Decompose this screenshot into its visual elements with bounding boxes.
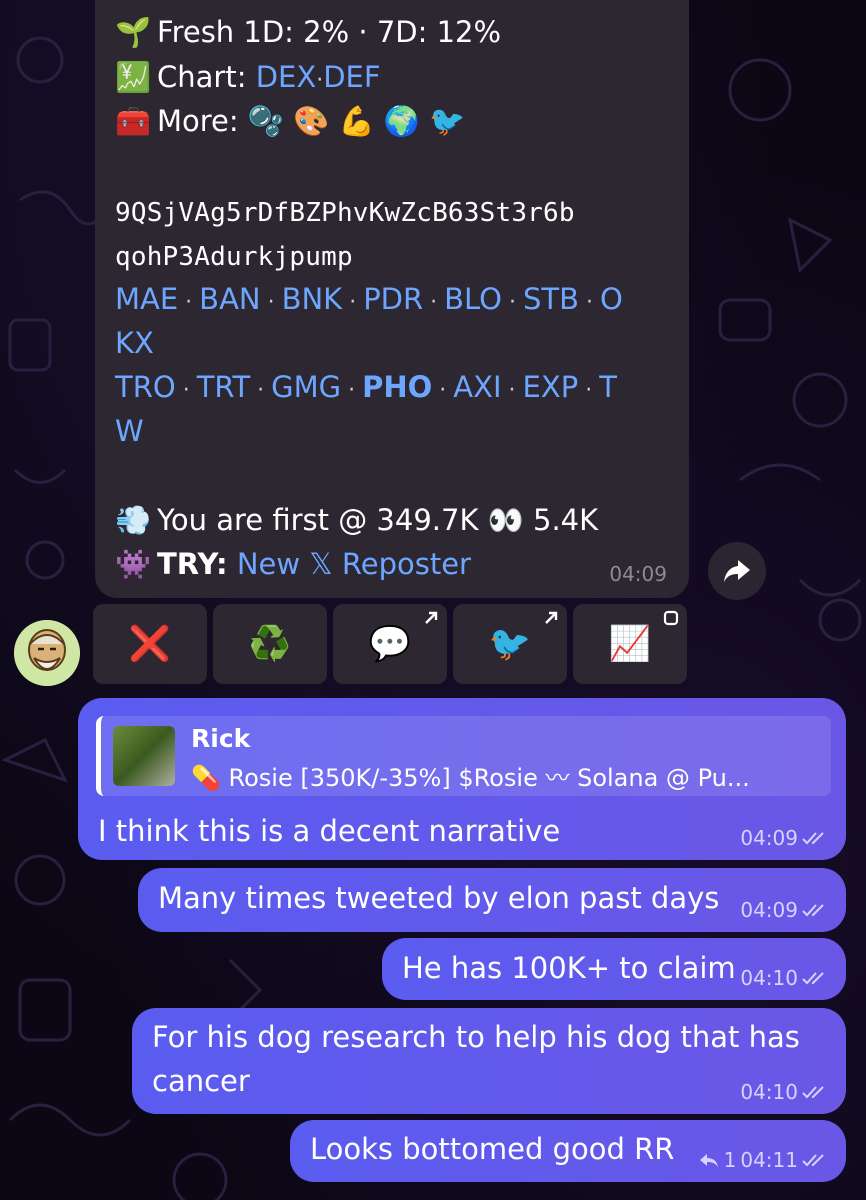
message-time: 04:11 xyxy=(740,1148,798,1172)
external-link-arrow-icon xyxy=(545,611,558,624)
link-tw-start[interactable]: T xyxy=(599,370,617,404)
link-okx-end[interactable]: KX xyxy=(115,326,154,360)
message-text: Looks bottomed good RR xyxy=(310,1132,675,1166)
reply-arrow-icon xyxy=(699,1154,718,1167)
more-link-palette-icon[interactable]: 🎨 xyxy=(293,104,329,138)
recycle-icon: ♻️ xyxy=(248,624,292,664)
double-check-icon xyxy=(802,904,824,917)
chart-yen-icon: 💹 xyxy=(115,60,152,94)
reply-text: 💊 Rosie [350K/-35%] $Rosie 〰 Solana @ Pu… xyxy=(191,764,750,792)
more-link-bird-icon[interactable]: 🐦 xyxy=(429,104,465,138)
first-line: 💨 You are first @ 349.7K 👀 5.4K xyxy=(115,503,599,537)
message-text: He has 100K+ to claim xyxy=(402,951,736,985)
more-link-globe-icon[interactable]: 🌍 xyxy=(384,104,420,138)
toolbox-icon: 🧰 xyxy=(115,104,152,138)
link-okx-start[interactable]: O xyxy=(600,282,623,316)
outgoing-message-5[interactable]: Looks bottomed good RR 1 04:11 xyxy=(290,1120,846,1182)
link-ban[interactable]: BAN xyxy=(199,282,260,316)
links-row-1-wrap: KX xyxy=(115,326,154,360)
seedling-icon: 🌱 xyxy=(115,15,152,49)
more-link-muscle-icon[interactable]: 💪 xyxy=(339,104,375,138)
keyboard-button-chart[interactable]: 📈 xyxy=(573,604,687,684)
dash-icon: 💨 xyxy=(115,503,152,537)
reply-sender-name: Rick xyxy=(191,724,251,753)
double-check-icon xyxy=(802,1086,824,1099)
keyboard-button-chat[interactable]: 💬 xyxy=(333,604,447,684)
more-line: 🧰 More: 🫧 🎨 💪 🌍 🐦 xyxy=(115,104,466,138)
message-meta: 04:09 xyxy=(740,898,830,922)
keyboard-button-bird[interactable]: 🐦 xyxy=(453,604,567,684)
links-row-2: TRO · TRT · GMG · PHO · AXI · EXP · T xyxy=(115,370,617,404)
message-text-line1: For his dog research to help his dog tha… xyxy=(152,1020,800,1054)
links-row-1: MAE · BAN · BNK · PDR · BLO · STB · O xyxy=(115,282,623,316)
link-trt[interactable]: TRT xyxy=(197,370,250,404)
message-text: I think this is a decent narrative xyxy=(98,814,561,848)
message-time: 04:10 xyxy=(740,1080,798,1104)
views-count: 5.4K xyxy=(533,503,599,537)
eyes-icon: 👀 xyxy=(487,503,524,537)
message-time: 04:09 xyxy=(740,898,798,922)
try-label: TRY: xyxy=(157,547,228,581)
double-check-icon xyxy=(802,1154,824,1167)
share-arrow-icon xyxy=(724,560,750,582)
link-mae[interactable]: MAE xyxy=(115,282,178,316)
reply-thumbnail xyxy=(113,726,175,786)
double-check-icon xyxy=(802,832,824,845)
bird-icon: 🐦 xyxy=(488,624,532,664)
link-tro[interactable]: TRO xyxy=(115,370,176,404)
more-link-bubbles-icon[interactable]: 🫧 xyxy=(248,104,284,138)
try-link[interactable]: New 𝕏 Reposter xyxy=(237,547,471,581)
speech-bubble-icon: 💬 xyxy=(368,624,412,664)
message-meta: 04:10 xyxy=(740,1080,830,1104)
outgoing-message-2[interactable]: Many times tweeted by elon past days 04:… xyxy=(138,868,846,932)
link-bnk[interactable]: BNK xyxy=(282,282,343,316)
avatar[interactable] xyxy=(14,620,80,686)
bot-message-bubble: 🌱 Fresh 1D: 2% · 7D: 12% 💹 Chart: DEX·DEF … xyxy=(95,0,689,598)
cross-mark-icon: ❌ xyxy=(128,624,172,664)
alien-monster-icon: 👾 xyxy=(115,547,152,581)
link-tw-end[interactable]: W xyxy=(115,414,144,448)
token-address-line2[interactable]: qohP3Adurkjpump xyxy=(115,240,353,274)
reply-preview[interactable]: Rick 💊 Rosie [350K/-35%] $Rosie 〰 Solana… xyxy=(96,716,831,796)
chart-link-def[interactable]: DEF xyxy=(323,60,380,94)
chart-increasing-icon: 📈 xyxy=(608,624,652,664)
bot-message-time: 04:09 xyxy=(609,562,667,586)
link-blo[interactable]: BLO xyxy=(444,282,502,316)
message-meta: 04:09 xyxy=(740,826,830,850)
chart-line: 💹 Chart: DEX·DEF xyxy=(115,60,381,94)
link-exp[interactable]: EXP xyxy=(523,370,579,404)
share-button[interactable] xyxy=(708,542,766,600)
outgoing-message-4[interactable]: For his dog research to help his dog tha… xyxy=(132,1008,846,1114)
links-row-2-wrap: W xyxy=(115,414,144,448)
message-time: 04:09 xyxy=(740,826,798,850)
double-check-icon xyxy=(802,972,824,985)
sage-avatar-icon xyxy=(14,620,80,686)
link-gmg[interactable]: GMG xyxy=(271,370,341,404)
link-axi[interactable]: AXI xyxy=(453,370,501,404)
message-meta: 04:10 xyxy=(740,966,830,990)
chart-link-dex[interactable]: DEX xyxy=(256,60,317,94)
external-link-arrow-icon xyxy=(425,611,438,624)
token-address-line1[interactable]: 9QSjVAg5rDfBZPhvKwZcB63St3r6b xyxy=(115,196,575,230)
fresh-line: 🌱 Fresh 1D: 2% · 7D: 12% xyxy=(115,15,502,49)
link-pdr[interactable]: PDR xyxy=(363,282,423,316)
message-meta: 1 04:11 xyxy=(698,1148,830,1172)
outgoing-message-3[interactable]: He has 100K+ to claim 04:10 xyxy=(382,938,846,1000)
keyboard-button-recycle[interactable]: ♻️ xyxy=(213,604,327,684)
web-app-icon xyxy=(663,610,679,626)
message-text: Many times tweeted by elon past days xyxy=(158,881,720,915)
try-line: 👾 TRY: New 𝕏 Reposter xyxy=(115,547,471,581)
message-text-line2: cancer xyxy=(152,1064,250,1098)
keyboard-button-close[interactable]: ❌ xyxy=(93,604,207,684)
reply-count[interactable]: 1 xyxy=(724,1148,737,1172)
link-pho[interactable]: PHO xyxy=(362,370,432,404)
link-stb[interactable]: STB xyxy=(523,282,579,316)
message-time: 04:10 xyxy=(740,966,798,990)
